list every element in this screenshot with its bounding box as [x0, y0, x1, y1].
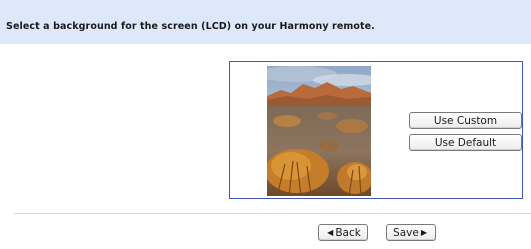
back-label: Back [335, 226, 361, 239]
background-selection-panel: Use Custom Use Default [229, 61, 523, 199]
footer-divider [14, 213, 531, 214]
back-button[interactable]: ◀ Back [318, 224, 368, 241]
instruction-text: Select a background for the screen (LCD)… [6, 21, 375, 32]
instruction-banner: Select a background for the screen (LCD)… [0, 0, 531, 44]
use-custom-button[interactable]: Use Custom [409, 112, 522, 129]
save-button[interactable]: Save ▶ [386, 224, 436, 241]
chevron-left-icon: ◀ [327, 228, 334, 237]
save-label: Save [393, 226, 419, 239]
chevron-right-icon: ▶ [420, 228, 427, 237]
use-default-label: Use Default [434, 136, 497, 149]
lcd-background-preview [267, 66, 371, 196]
use-default-button[interactable]: Use Default [409, 134, 522, 151]
use-custom-label: Use Custom [433, 114, 498, 127]
